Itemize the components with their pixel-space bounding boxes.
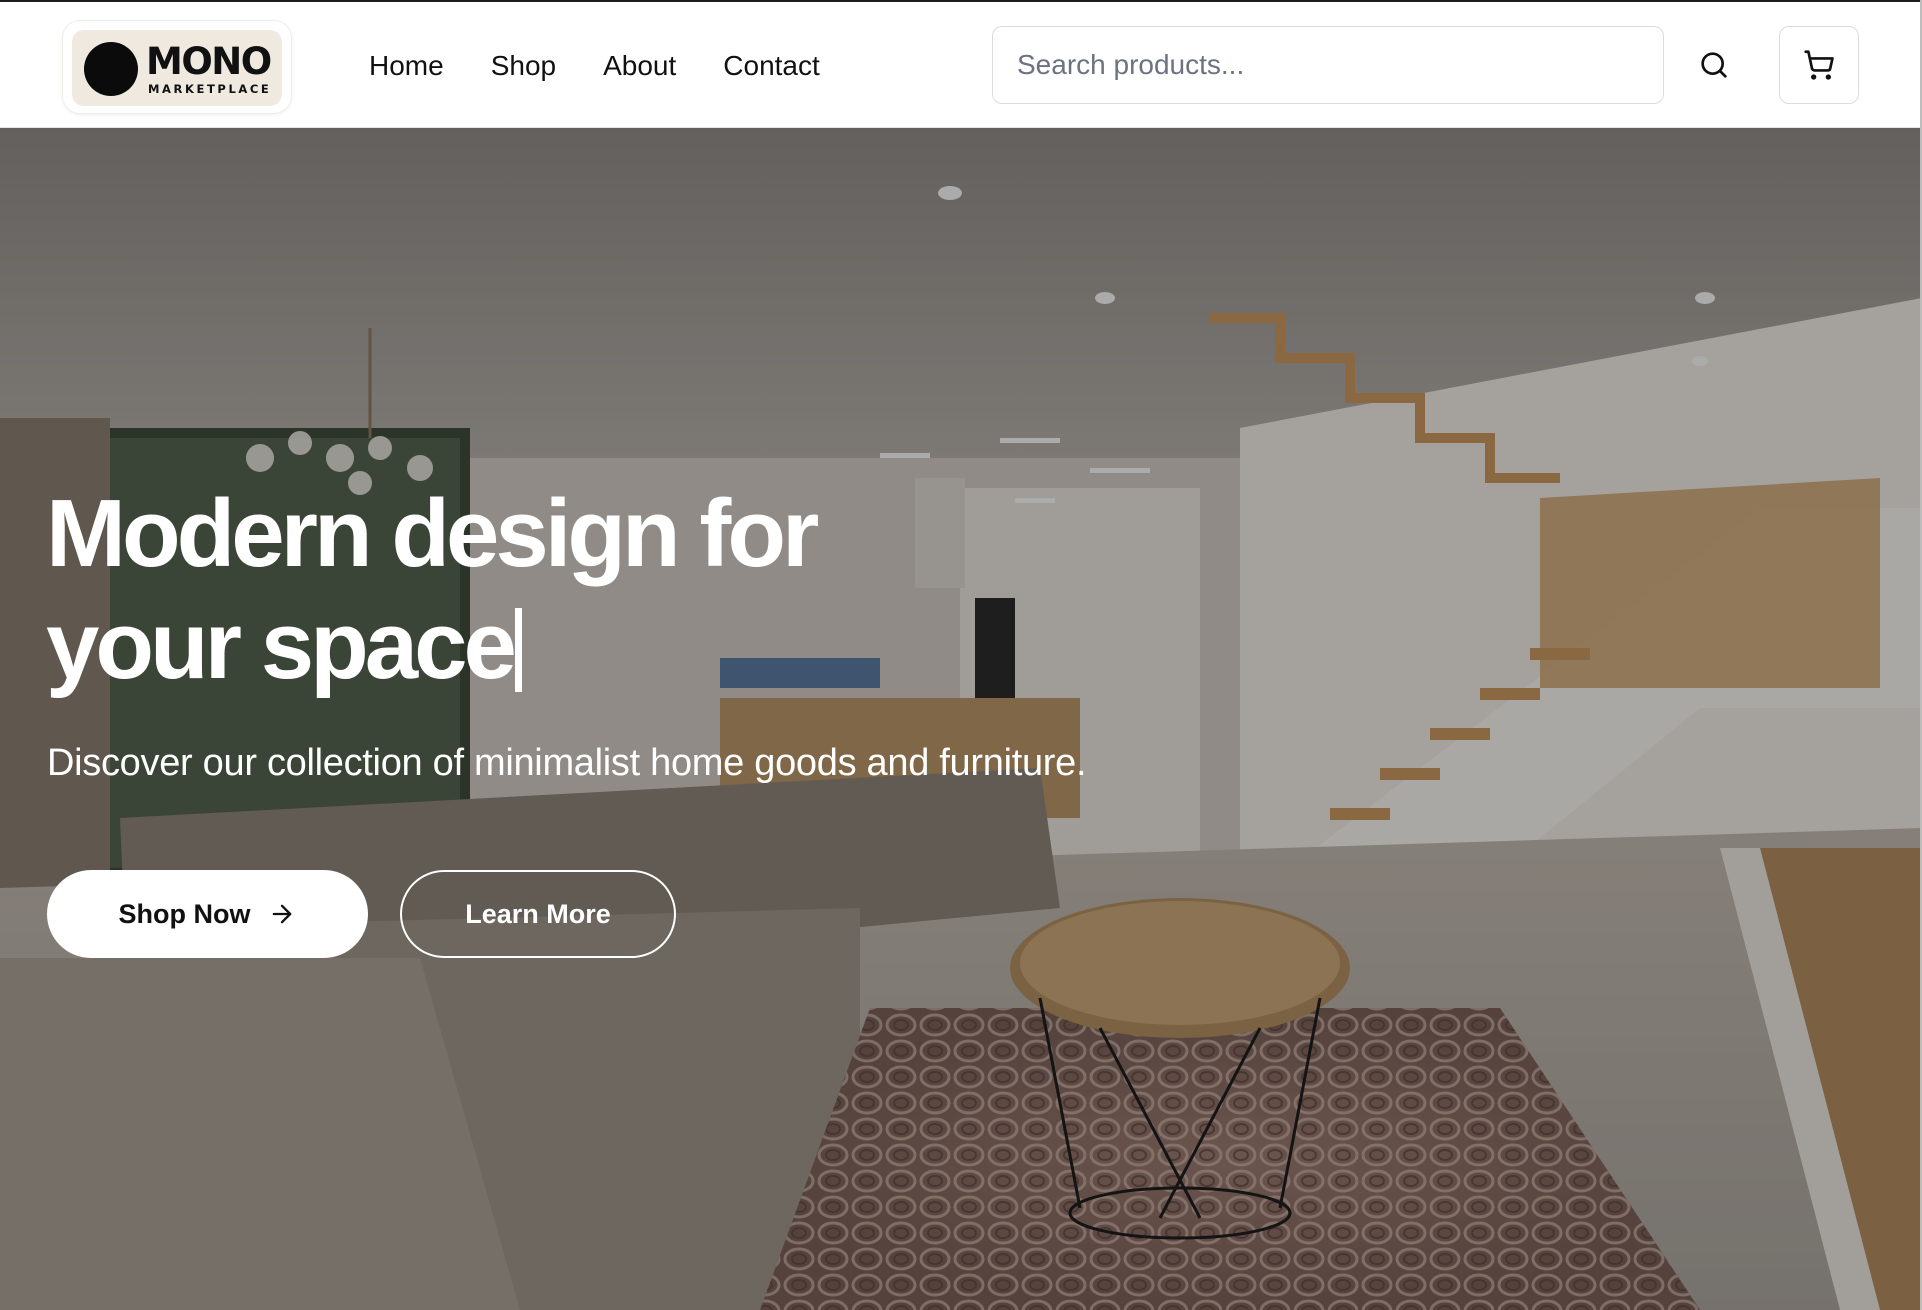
nav-home[interactable]: Home: [369, 48, 444, 84]
hero-section: Modern design for your space Discover ou…: [0, 128, 1922, 1310]
hero-title-line2: your space: [46, 592, 517, 699]
logo[interactable]: MONO MARKETPLACE: [62, 20, 292, 114]
learn-more-label: Learn More: [465, 898, 611, 929]
search-input[interactable]: [1017, 27, 1637, 102]
hero-title-line1: Modern design for: [46, 480, 819, 587]
logo-badge: MONO MARKETPLACE: [72, 30, 282, 106]
hero-overlay: [0, 128, 1922, 1310]
brand-tagline: MARKETPLACE: [148, 82, 272, 96]
hero-subtitle: Discover our collection of minimalist ho…: [47, 742, 1087, 784]
cart-button[interactable]: [1779, 26, 1859, 104]
main-nav: Home Shop About Contact: [369, 48, 820, 84]
nav-shop[interactable]: Shop: [491, 48, 556, 84]
typing-cursor: [514, 608, 522, 692]
nav-contact[interactable]: Contact: [723, 48, 820, 84]
search-button[interactable]: [1690, 41, 1738, 89]
shop-now-button[interactable]: Shop Now: [47, 870, 368, 958]
nav-about[interactable]: About: [603, 48, 676, 84]
hero-title: Modern design for your space: [46, 478, 946, 702]
learn-more-button[interactable]: Learn More: [400, 870, 676, 958]
brand-name: MONO: [146, 40, 272, 83]
cart-icon: [1804, 50, 1834, 80]
shop-now-label: Shop Now: [118, 898, 251, 929]
search-box: [992, 26, 1664, 104]
site-header: MONO MARKETPLACE Home Shop About Contact: [0, 2, 1922, 128]
logo-circle-icon: [84, 42, 138, 96]
search-icon: [1701, 52, 1727, 78]
arrow-right-icon: [273, 904, 292, 924]
